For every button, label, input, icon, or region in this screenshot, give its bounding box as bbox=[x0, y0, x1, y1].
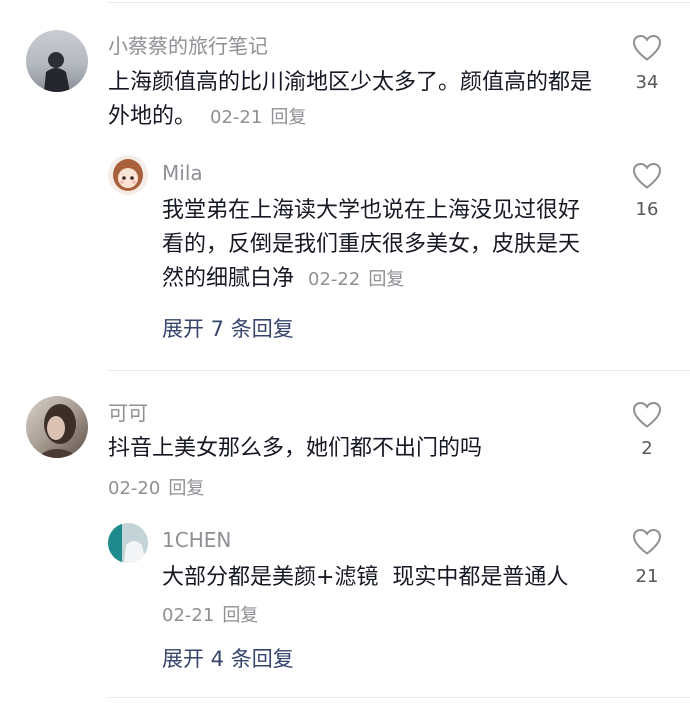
reply-button[interactable]: 回复 bbox=[222, 605, 258, 626]
avatar-image bbox=[36, 404, 80, 458]
avatar[interactable] bbox=[26, 30, 88, 92]
reply-meta: 02-21 回复 bbox=[162, 603, 258, 629]
like-count: 21 bbox=[635, 566, 659, 587]
comment-date: 02-21 bbox=[210, 107, 263, 128]
like-button[interactable] bbox=[632, 34, 662, 62]
comment-meta: 02-20 回复 bbox=[108, 476, 204, 502]
comment-author[interactable]: 小蔡蔡的旅行笔记 bbox=[108, 33, 268, 59]
heart-outline-icon bbox=[632, 401, 662, 428]
like-button[interactable] bbox=[632, 401, 662, 429]
reply-body: 大部分都是美颜+滤镜 现实中都是普通人 bbox=[162, 565, 569, 590]
reply-button[interactable]: 回复 bbox=[368, 269, 404, 290]
reply-date: 02-22 bbox=[308, 269, 361, 290]
comment-date: 02-20 bbox=[108, 478, 161, 499]
reply-date: 02-21 bbox=[162, 605, 215, 626]
reply-button[interactable]: 回复 bbox=[168, 478, 204, 499]
avatar[interactable] bbox=[108, 155, 148, 195]
comment-divider bbox=[108, 370, 690, 371]
reply-text: 大部分都是美颜+滤镜 现实中都是普通人 bbox=[162, 561, 612, 595]
like-count: 2 bbox=[641, 438, 653, 459]
heart-outline-icon bbox=[632, 162, 662, 189]
heart-outline-icon bbox=[632, 528, 662, 555]
comment-text: 上海颜值高的比川渝地区少太多了。颜值高的都是外地的。 02-21 回复 bbox=[108, 66, 598, 135]
comment-author[interactable]: 可可 bbox=[108, 400, 148, 426]
reply-author[interactable]: 1CHEN bbox=[162, 527, 231, 553]
heart-outline-icon bbox=[632, 34, 662, 61]
avatar-image bbox=[44, 52, 70, 92]
top-divider bbox=[108, 2, 690, 3]
reply-button[interactable]: 回复 bbox=[270, 107, 306, 128]
expand-replies-button[interactable]: 展开 7 条回复 bbox=[162, 315, 294, 343]
avatar[interactable] bbox=[108, 523, 148, 563]
comment-text: 抖音上美女那么多，她们都不出门的吗 bbox=[108, 432, 608, 466]
like-count: 34 bbox=[635, 72, 659, 93]
like-button[interactable] bbox=[632, 528, 662, 556]
avatar-image bbox=[108, 523, 148, 563]
like-count: 16 bbox=[635, 199, 659, 220]
comment-divider bbox=[108, 697, 690, 698]
avatar[interactable] bbox=[26, 396, 88, 458]
expand-replies-button[interactable]: 展开 4 条回复 bbox=[162, 645, 294, 673]
reply-text: 我堂弟在上海读大学也说在上海没见过很好看的，反倒是我们重庆很多美女，皮肤是天然的… bbox=[162, 194, 594, 297]
comment-body: 上海颜值高的比川渝地区少太多了。颜值高的都是外地的。 bbox=[108, 70, 593, 129]
comment-body: 抖音上美女那么多，她们都不出门的吗 bbox=[108, 436, 483, 461]
like-button[interactable] bbox=[632, 162, 662, 190]
avatar-image bbox=[113, 159, 143, 191]
reply-author[interactable]: Mila bbox=[162, 160, 203, 186]
